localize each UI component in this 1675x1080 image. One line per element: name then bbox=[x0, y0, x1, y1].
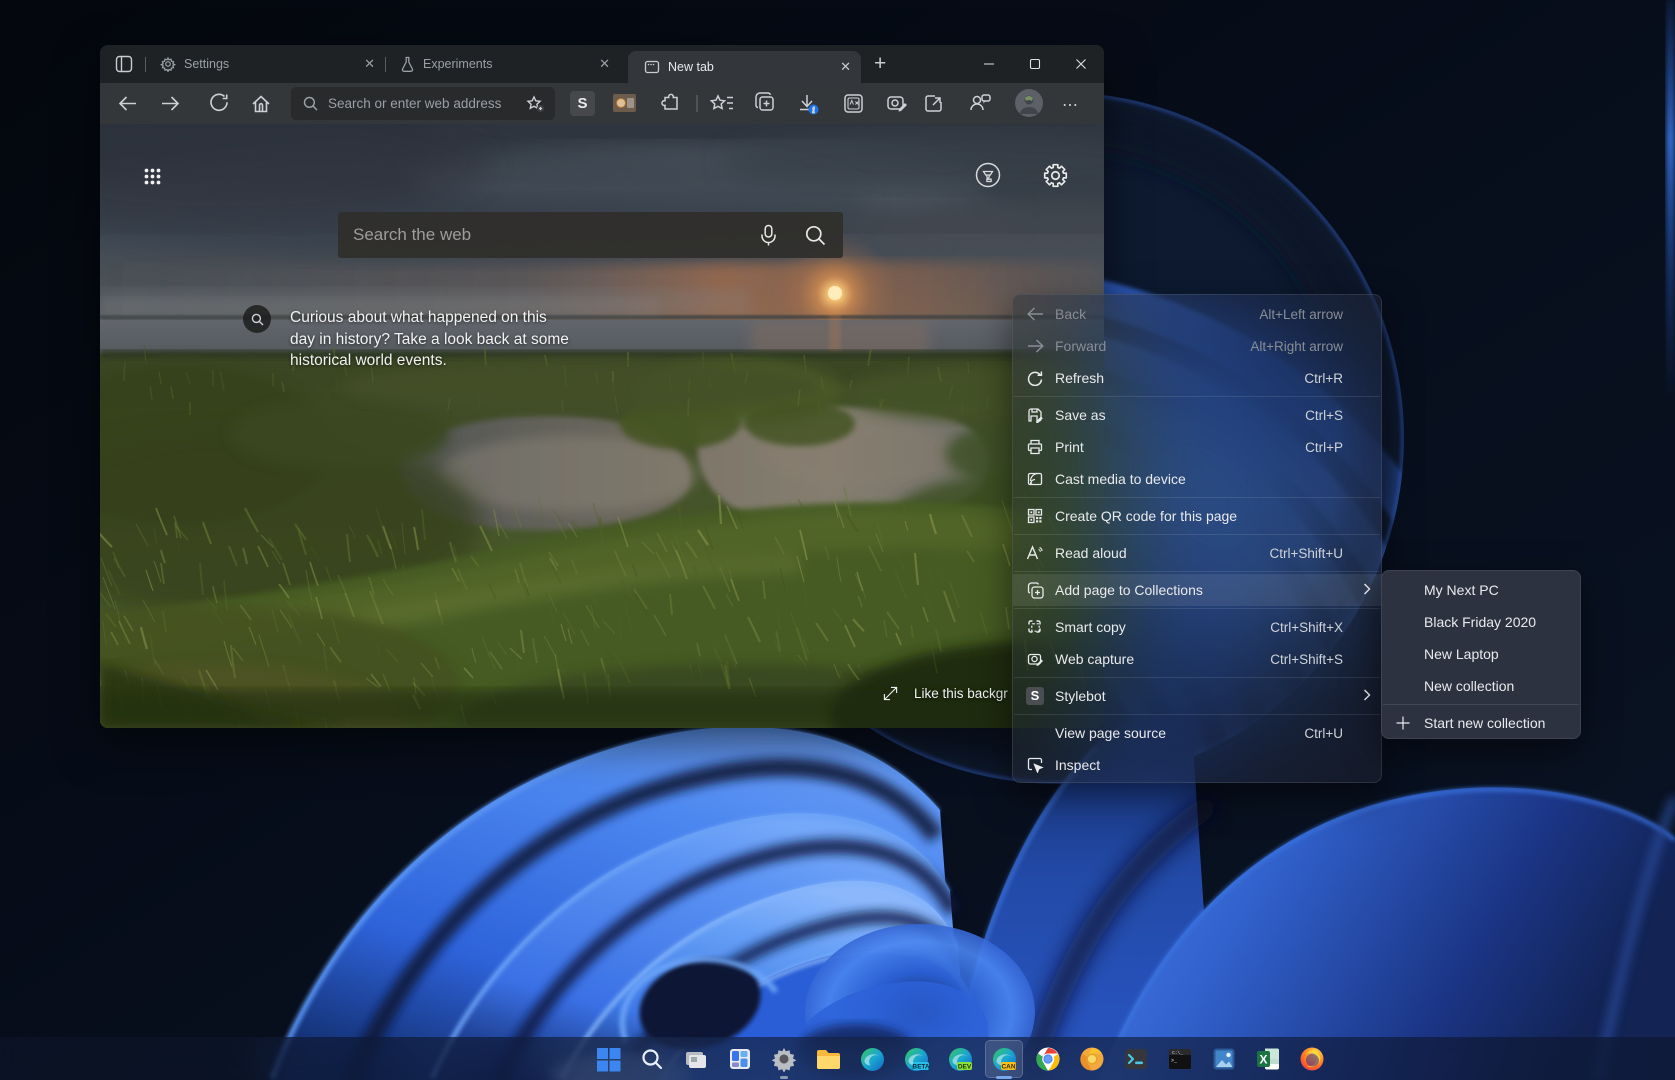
svg-text:CAN: CAN bbox=[1001, 1063, 1015, 1070]
svg-text:C:\_: C:\_ bbox=[1172, 1050, 1183, 1056]
svg-text:BETA: BETA bbox=[912, 1063, 930, 1070]
svg-text:X: X bbox=[1259, 1053, 1267, 1067]
svg-text:i: i bbox=[812, 106, 814, 115]
svg-text:>_: >_ bbox=[1171, 1058, 1178, 1064]
svg-text:DEV: DEV bbox=[957, 1063, 971, 1070]
